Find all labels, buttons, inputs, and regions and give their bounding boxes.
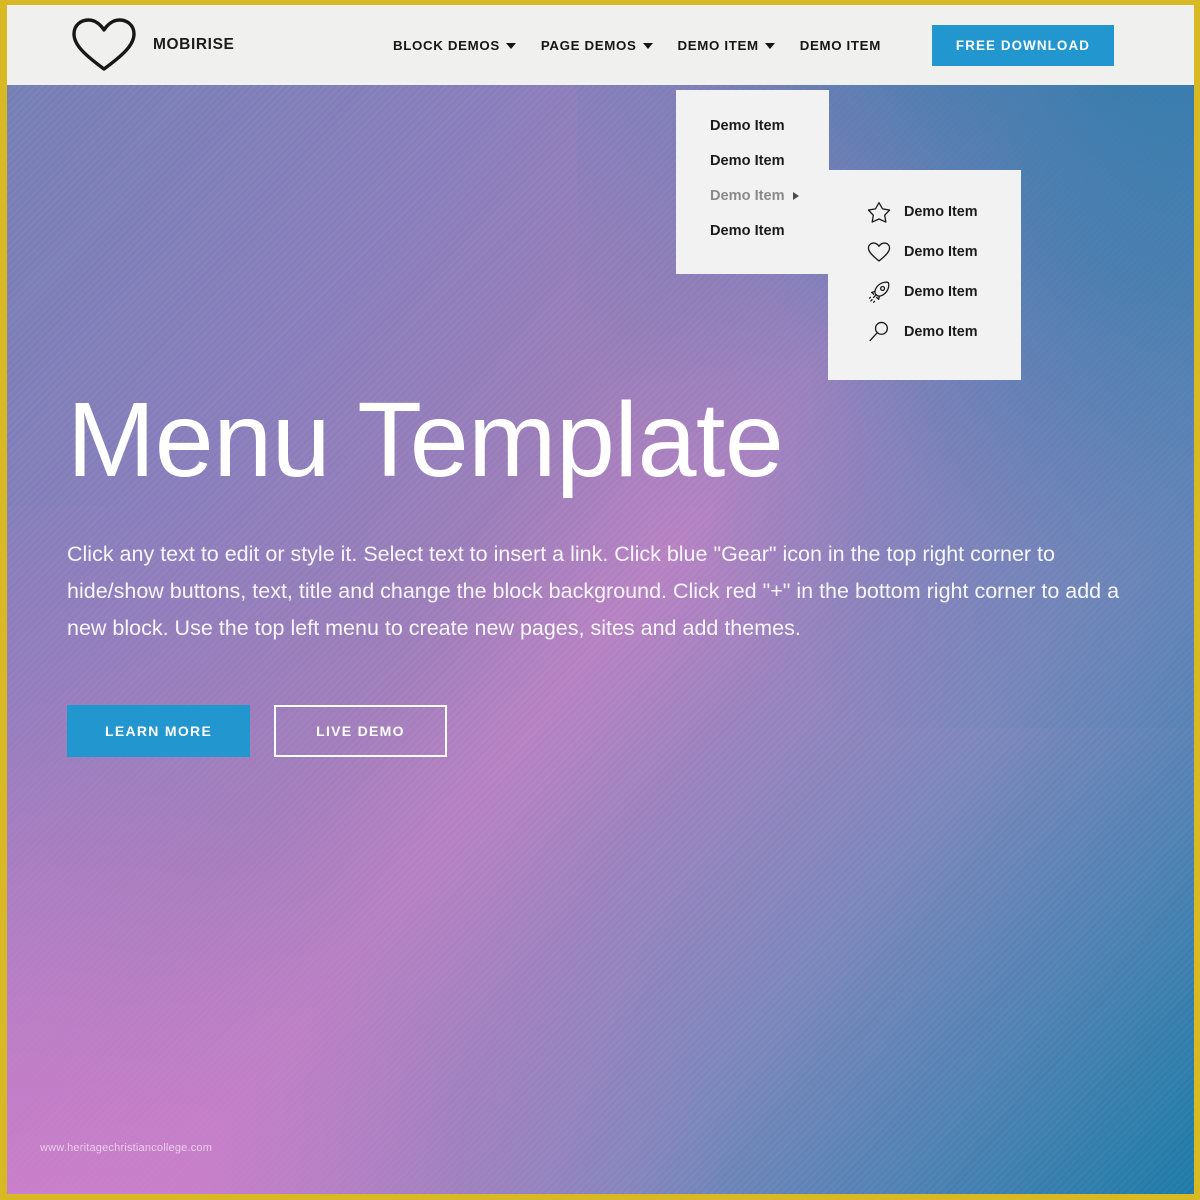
nav-label: DEMO ITEM — [799, 37, 881, 53]
rocket-icon — [868, 281, 890, 303]
dropdown-item[interactable]: Demo Item — [676, 213, 829, 248]
dropdown-item-label: Demo Item — [710, 187, 785, 204]
chevron-down-icon — [505, 43, 516, 49]
submenu-item-label: Demo Item — [904, 324, 978, 340]
main-nav: BLOCK DEMOS PAGE DEMOS DEMO ITEM DEMO IT… — [393, 24, 1114, 66]
submenu-item[interactable]: Demo Item — [828, 192, 1021, 232]
chevron-down-icon — [642, 43, 653, 49]
submenu-panel: Demo Item Demo Item Demo Item Demo Item — [828, 170, 1021, 380]
submenu-item-label: Demo Item — [904, 284, 978, 300]
dropdown-item-label: Demo Item — [710, 117, 785, 134]
brand-name: MOBIRISE — [153, 36, 235, 53]
hero-content: Menu Template Click any text to edit or … — [67, 381, 1167, 758]
site-header: MOBIRISE BLOCK DEMOS PAGE DEMOS DEMO ITE… — [7, 5, 1194, 85]
nav-label: PAGE DEMOS — [540, 37, 637, 53]
brand[interactable]: MOBIRISE — [69, 16, 234, 74]
chevron-down-icon — [764, 43, 775, 49]
nav-item-block-demos[interactable]: BLOCK DEMOS — [393, 38, 516, 53]
chevron-right-icon — [792, 191, 799, 200]
free-download-button[interactable]: FREE DOWNLOAD — [931, 24, 1114, 66]
learn-more-button[interactable]: LEARN MORE — [67, 705, 251, 758]
star-icon — [867, 202, 891, 223]
header-inner: MOBIRISE BLOCK DEMOS PAGE DEMOS DEMO ITE… — [7, 5, 1194, 85]
nav-label: DEMO ITEM — [677, 37, 759, 53]
submenu-item[interactable]: Demo Item — [828, 232, 1021, 272]
live-demo-button[interactable]: LIVE DEMO — [274, 705, 447, 758]
dropdown-menu: Demo Item Demo Item Demo Item Demo Item — [676, 90, 829, 274]
magnifier-icon — [869, 321, 889, 342]
dropdown-item[interactable]: Demo Item — [676, 143, 829, 178]
nav-label: BLOCK DEMOS — [392, 37, 500, 53]
submenu-item-label: Demo Item — [904, 204, 978, 220]
submenu-item[interactable]: Demo Item — [828, 312, 1021, 352]
page-frame: MOBIRISE BLOCK DEMOS PAGE DEMOS DEMO ITE… — [0, 0, 1200, 1200]
dropdown-item-label: Demo Item — [710, 152, 785, 169]
nav-item-page-demos[interactable]: PAGE DEMOS — [541, 38, 653, 53]
heart-icon — [72, 18, 136, 71]
nav-item-demo-item[interactable]: DEMO ITEM — [800, 38, 881, 53]
submenu-item-label: Demo Item — [904, 244, 978, 260]
dropdown-item[interactable]: Demo Item — [676, 108, 829, 143]
hero-actions: LEARN MORE LIVE DEMO — [67, 705, 1167, 758]
hero-description: Click any text to edit or style it. Sele… — [67, 542, 1120, 641]
watermark: www.heritagechristiancollege.com — [40, 1142, 213, 1154]
page-title: Menu Template — [67, 381, 784, 499]
nav-item-demo-item-dropdown[interactable]: DEMO ITEM — [678, 38, 775, 53]
submenu-item[interactable]: Demo Item — [828, 272, 1021, 312]
dropdown-item-with-submenu[interactable]: Demo Item — [676, 178, 829, 213]
heart-icon — [867, 242, 891, 262]
browser-viewport: MOBIRISE BLOCK DEMOS PAGE DEMOS DEMO ITE… — [7, 5, 1194, 1194]
dropdown-item-label: Demo Item — [710, 222, 785, 239]
